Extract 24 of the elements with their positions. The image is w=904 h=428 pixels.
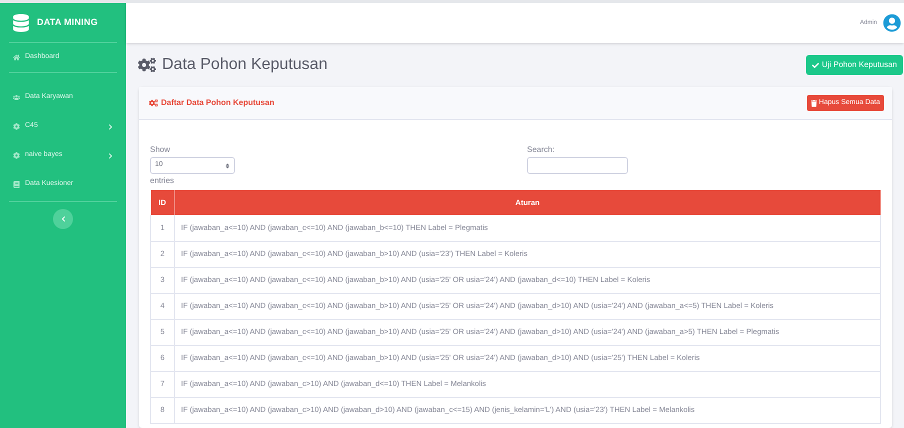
chevron-icon <box>108 124 113 130</box>
avatar-icon[interactable] <box>883 14 901 32</box>
gears-icon <box>149 99 158 107</box>
card-title: Daftar Data Pohon Keputusan <box>161 97 274 109</box>
gears-icon <box>138 57 156 73</box>
gear-icon <box>13 152 20 159</box>
search-label: Search: <box>527 144 556 156</box>
page-title: Data Pohon Keputusan <box>162 55 328 75</box>
collapse-button[interactable] <box>53 209 73 229</box>
search-field[interactable] <box>527 157 628 174</box>
trash-icon <box>810 100 817 106</box>
check-icon <box>812 62 819 68</box>
show-label: Show <box>150 144 172 156</box>
sort-icon <box>225 162 230 168</box>
users-icon <box>13 94 20 101</box>
home-icon <box>13 54 20 61</box>
book-icon <box>13 181 20 188</box>
entries-label: entries <box>150 175 176 187</box>
database-icon <box>13 14 29 32</box>
gear-icon <box>13 123 20 130</box>
brand-title: DATA MINING <box>37 16 98 29</box>
chevron-icon <box>108 152 113 158</box>
chevron-left-icon <box>60 216 66 222</box>
test-tree-button[interactable]: Uji Pohon Keputusan <box>806 55 903 75</box>
